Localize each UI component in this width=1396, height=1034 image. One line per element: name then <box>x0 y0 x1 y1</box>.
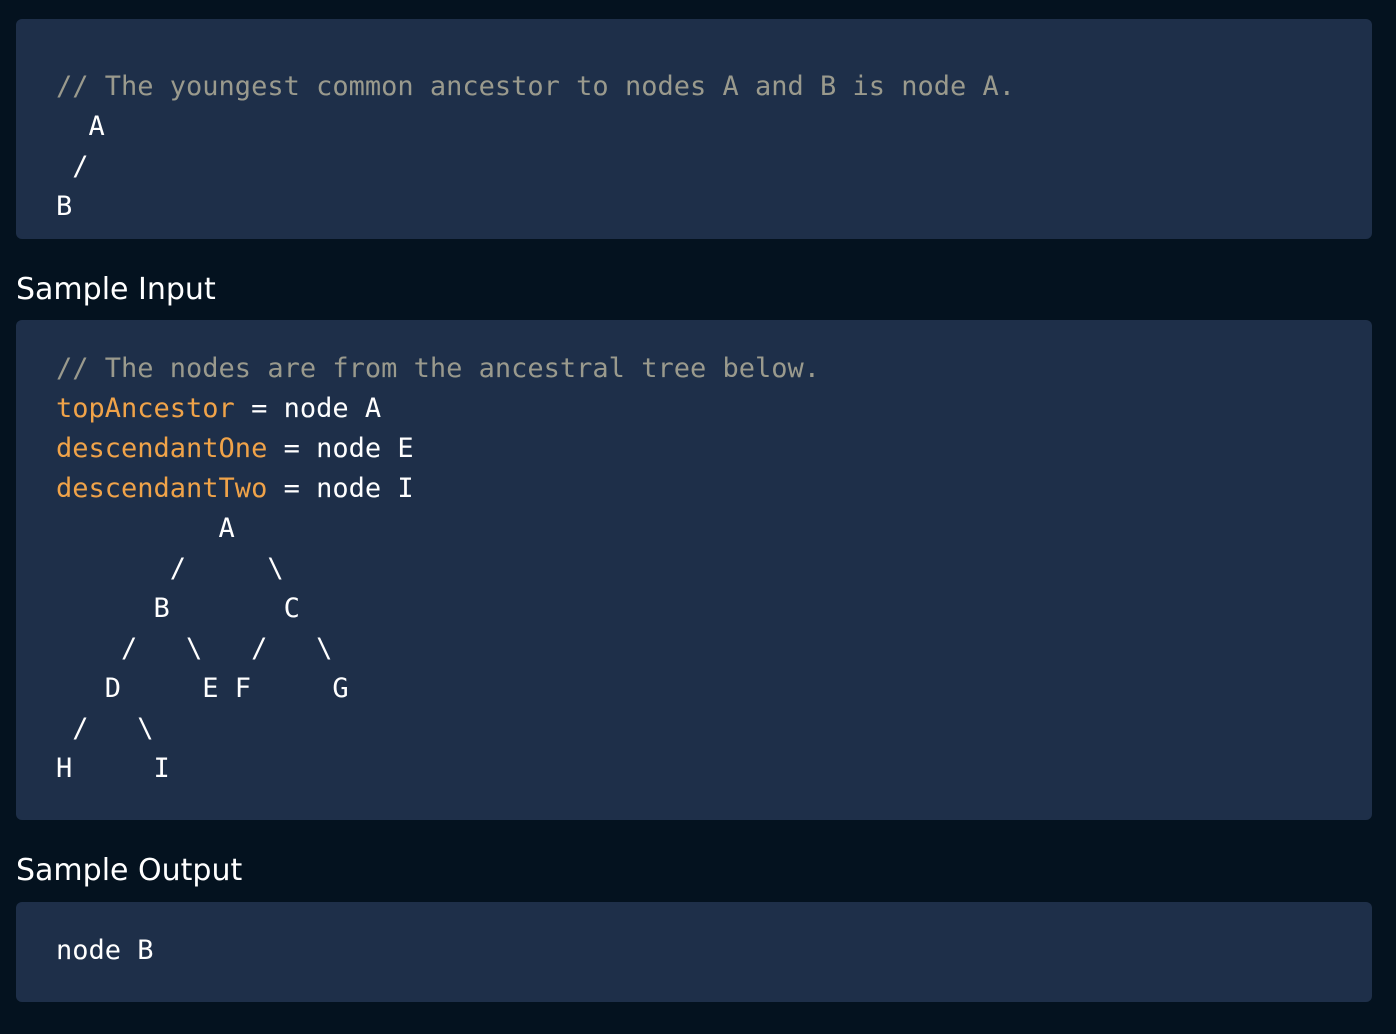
ancestral-tree: A / \ B C / \ / \ D E F G / \ H I <box>56 513 349 784</box>
assignment-operator: = <box>234 393 284 424</box>
sample-input-code-block: // The nodes are from the ancestral tree… <box>16 320 1372 820</box>
assignment-line: descendantTwo = node I <box>56 473 414 504</box>
assignment-line: topAncestor = node A <box>56 393 381 424</box>
assignment-value: node A <box>283 393 382 424</box>
explanation-code-block: // The youngest common ancestor to nodes… <box>16 19 1372 239</box>
assignment-operator: = <box>267 473 317 504</box>
explanation-code: // The youngest common ancestor to nodes… <box>56 67 1372 227</box>
explanation-comment: // The youngest common ancestor to nodes… <box>56 71 1016 102</box>
assignment-value: node I <box>316 473 414 504</box>
sample-output-value: node B <box>56 935 154 966</box>
variable-name: topAncestor <box>56 393 235 424</box>
sample-output-code: node B <box>56 931 1372 971</box>
explanation-tree: A / B <box>56 111 105 222</box>
sample-input-heading: Sample Input <box>16 272 216 307</box>
sample-input-comment: // The nodes are from the ancestral tree… <box>56 353 821 384</box>
assignment-line: descendantOne = node E <box>56 433 414 464</box>
assignment-operator: = <box>267 433 317 464</box>
assignment-value: node E <box>316 433 414 464</box>
sample-input-code: // The nodes are from the ancestral tree… <box>56 349 1372 789</box>
sample-output-code-block: node B <box>16 902 1372 1002</box>
sample-output-heading: Sample Output <box>16 853 243 888</box>
variable-name: descendantTwo <box>56 473 268 504</box>
variable-name: descendantOne <box>56 433 268 464</box>
